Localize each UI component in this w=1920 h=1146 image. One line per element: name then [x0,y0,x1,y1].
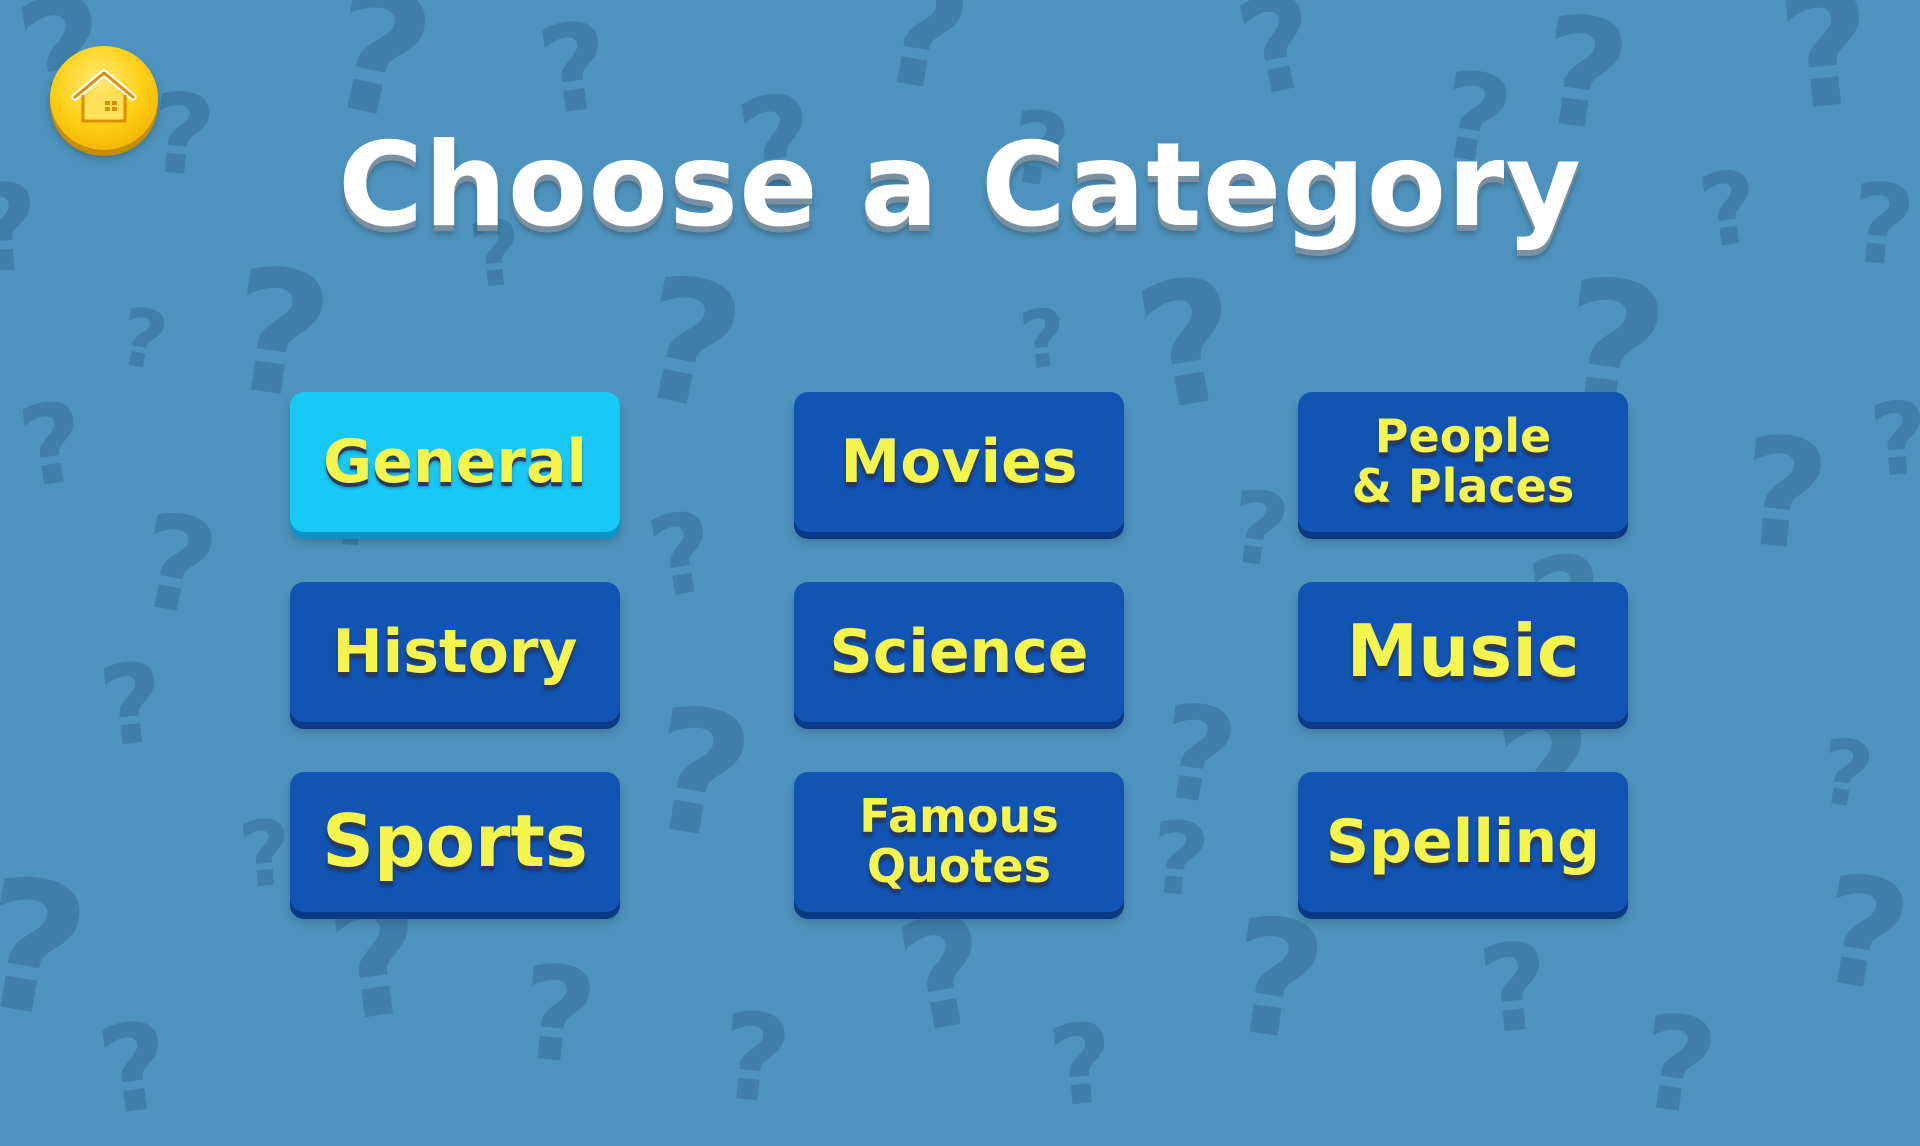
question-mark-icon: ? [90,995,179,1144]
category-label: Spelling [1325,806,1601,877]
category-label: General [323,426,587,497]
question-mark-icon: ? [865,0,982,129]
category-label: People & Places [1351,409,1575,513]
category-label: Science [829,616,1089,687]
question-mark-icon: ? [1813,718,1880,831]
category-label: Movies [840,426,1078,497]
question-mark-icon: ? [234,799,298,910]
question-mark-icon: ? [512,935,604,1095]
question-mark-icon: ? [1770,0,1883,148]
category-label: Famous Quotes [859,789,1059,893]
question-mark-icon: ? [1225,0,1331,128]
question-mark-icon: ? [93,638,171,772]
question-mark-icon: ? [1217,880,1336,1079]
category-label: Sports [322,799,588,884]
category-button-movies[interactable]: Movies [794,392,1124,532]
question-mark-icon: ? [1472,916,1557,1063]
question-mark-icon: ? [712,986,797,1133]
category-button-sports[interactable]: Sports [290,772,620,912]
question-mark-icon: ? [112,289,175,390]
question-mark-icon: ? [1015,290,1072,389]
question-mark-icon: ? [1805,841,1920,1029]
page-title: Choose a Category [338,118,1582,253]
question-mark-icon: ? [530,0,619,144]
question-mark-icon: ? [885,881,1002,1069]
category-button-people-places[interactable]: People & Places [1298,392,1628,532]
question-mark-icon: ? [11,377,93,513]
question-mark-icon: ? [1043,998,1121,1132]
category-grid: General Movies People & Places History S… [290,392,1630,916]
question-mark-icon: ? [1865,379,1920,500]
question-mark-icon: ? [1731,403,1836,587]
question-mark-icon: ? [127,483,229,647]
category-button-spelling[interactable]: Spelling [1298,772,1628,912]
category-button-famous-quotes[interactable]: Famous Quotes [794,772,1124,912]
category-label: History [332,616,578,687]
category-button-general[interactable]: General [290,392,620,532]
question-mark-icon: ? [0,837,102,1062]
category-label: Music [1346,609,1580,694]
category-button-science[interactable]: Science [794,582,1124,722]
category-button-history[interactable]: History [290,582,620,722]
question-mark-icon: ? [1629,984,1726,1146]
category-button-music[interactable]: Music [1298,582,1628,722]
